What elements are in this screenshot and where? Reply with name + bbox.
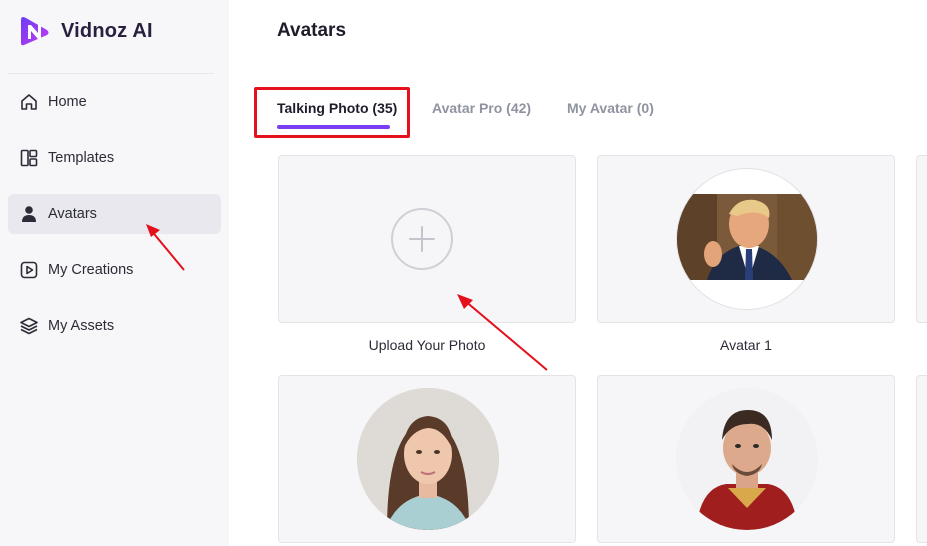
layers-icon <box>18 315 40 337</box>
tab-label: Talking Photo (35) <box>277 100 398 116</box>
active-tab-indicator <box>277 125 390 129</box>
templates-icon <box>18 147 40 169</box>
tab-my-avatar[interactable]: My Avatar (0) <box>567 100 654 116</box>
sidebar-nav: Home Templates Avatars My Creations My A… <box>8 82 221 362</box>
avatar-card[interactable] <box>597 375 895 543</box>
brand-logo[interactable]: Vidnoz AI <box>17 13 153 49</box>
sidebar-item-my-assets[interactable]: My Assets <box>8 306 221 346</box>
avatar-photo <box>676 388 818 530</box>
avatar-tabs: Talking Photo (35) Avatar Pro (42) My Av… <box>277 96 917 136</box>
page-title: Avatars <box>277 20 347 41</box>
avatar-card[interactable] <box>278 375 576 543</box>
app-root: Vidnoz AI Home Templates Avatars My Crea… <box>0 0 927 546</box>
avatar-photo <box>357 388 499 530</box>
tab-talking-photo[interactable]: Talking Photo (35) <box>277 100 397 116</box>
home-icon <box>18 91 40 113</box>
avatar-person-icon <box>18 203 40 225</box>
plus-icon <box>391 208 453 270</box>
sidebar-item-home[interactable]: Home <box>8 82 221 122</box>
sidebar-item-label: Templates <box>48 150 115 166</box>
brand-name: Vidnoz AI <box>61 19 153 42</box>
avatar-card-partial[interactable] <box>916 375 927 543</box>
avatar-photo <box>677 194 817 280</box>
sidebar-item-label: My Creations <box>48 262 134 278</box>
play-icon <box>18 259 40 281</box>
sidebar: Vidnoz AI Home Templates Avatars My Crea… <box>0 0 229 546</box>
tab-label: Avatar Pro (42) <box>432 100 532 116</box>
card-caption: Upload Your Photo <box>368 337 486 353</box>
vidnoz-logo-icon <box>21 17 49 46</box>
sidebar-item-label: My Assets <box>48 318 115 334</box>
sidebar-item-label: Avatars <box>48 206 97 222</box>
upload-photo-card[interactable] <box>278 155 576 323</box>
sidebar-item-avatars[interactable]: Avatars <box>8 194 221 234</box>
tab-label: My Avatar (0) <box>567 100 654 116</box>
sidebar-item-templates[interactable]: Templates <box>8 138 221 178</box>
sidebar-item-label: Home <box>48 94 87 110</box>
avatar-frame <box>676 168 818 310</box>
card-caption: Avatar 1 <box>720 337 772 353</box>
sidebar-item-my-creations[interactable]: My Creations <box>8 250 221 290</box>
avatar-card[interactable] <box>597 155 895 323</box>
tab-avatar-pro[interactable]: Avatar Pro (42) <box>432 100 531 116</box>
avatar-card-partial[interactable] <box>916 155 927 323</box>
sidebar-divider <box>8 73 214 74</box>
